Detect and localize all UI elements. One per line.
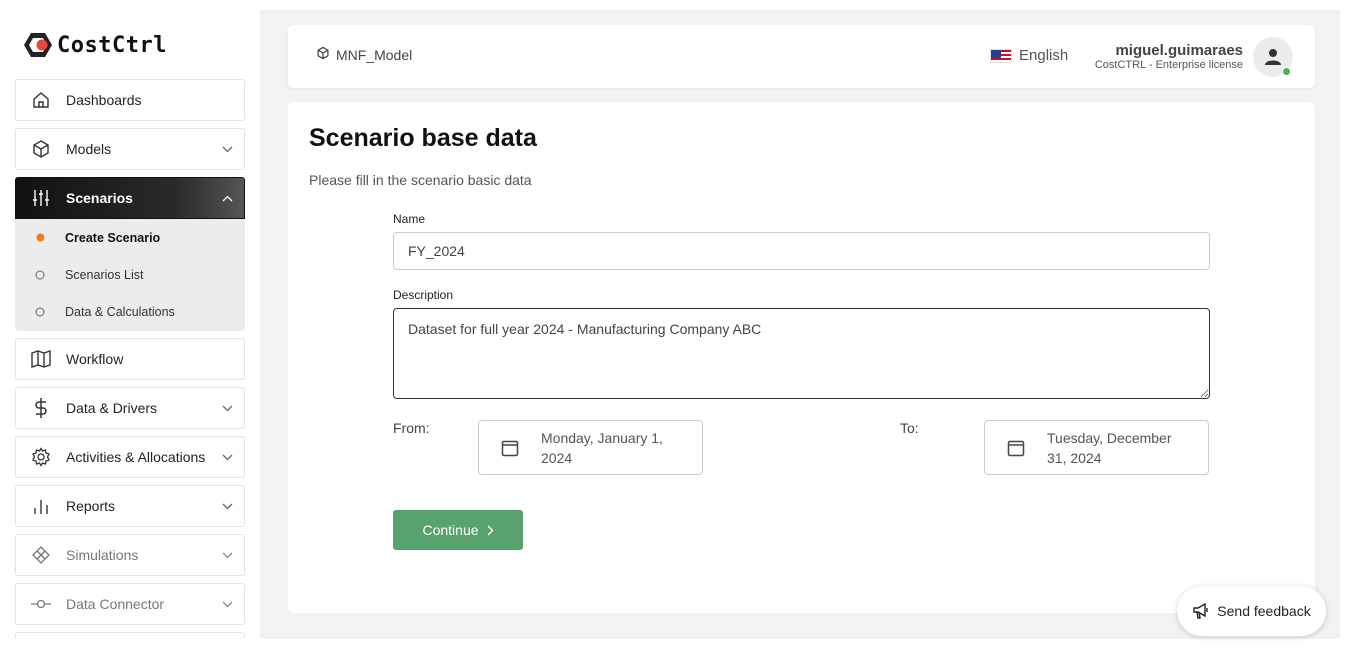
megaphone-icon [1192, 603, 1210, 619]
active-dot-icon [15, 233, 65, 242]
sidebar: CostCtrl Dashboards Models Scenarios Cre… [0, 10, 260, 639]
bar-chart-icon [16, 496, 66, 516]
chevron-down-icon [210, 503, 244, 510]
online-status-dot [1282, 67, 1291, 76]
page-title: Scenario base data [309, 124, 537, 152]
user-icon [1265, 49, 1281, 65]
submenu-item-scenarios-list[interactable]: Scenarios List [15, 256, 245, 293]
gear-icon [16, 447, 66, 467]
from-label: From: [393, 420, 430, 436]
send-feedback-label: Send feedback [1217, 603, 1311, 619]
chevron-down-icon [210, 601, 244, 608]
sidebar-item-label: Simulations [66, 547, 139, 563]
language-selector[interactable]: English [990, 47, 1068, 64]
brand-name: CostCtrl [57, 32, 167, 58]
sidebar-item-workflow[interactable]: Workflow [15, 338, 245, 380]
chevron-down-icon [210, 146, 244, 153]
connector-icon [16, 598, 66, 610]
us-flag-icon [990, 48, 1012, 63]
logo[interactable]: CostCtrl [23, 32, 167, 58]
dollar-icon [16, 397, 66, 419]
app-frame: CostCtrl Dashboards Models Scenarios Cre… [0, 10, 1340, 639]
sidebar-item-scenarios[interactable]: Scenarios [15, 177, 245, 219]
to-date-value: Tuesday, December 31, 2024 [1047, 428, 1197, 468]
chevron-down-icon [210, 454, 244, 461]
submenu-item-label: Create Scenario [65, 230, 161, 245]
map-icon [16, 349, 66, 369]
sidebar-item-more[interactable] [15, 632, 245, 639]
sidebar-item-data-connector[interactable]: Data Connector [15, 583, 245, 625]
top-bar: MNF_Model English miguel.guimaraes CostC… [288, 25, 1315, 88]
calendar-icon [985, 439, 1047, 457]
from-date-line1: Monday, January 1, [541, 429, 663, 446]
to-date-picker[interactable]: Tuesday, December 31, 2024 [984, 420, 1209, 475]
submenu-item-label: Data & Calculations [65, 304, 175, 319]
page-subtitle: Please fill in the scenario basic data [309, 172, 532, 188]
breadcrumb[interactable]: MNF_Model [316, 46, 412, 63]
sidebar-item-label: Workflow [66, 351, 124, 367]
sidebar-item-models[interactable]: Models [15, 128, 245, 170]
circle-icon [15, 270, 65, 280]
avatar[interactable] [1253, 37, 1293, 77]
chevron-down-icon [210, 405, 244, 412]
username: miguel.guimaraes [1115, 42, 1243, 59]
calendar-icon [479, 439, 541, 457]
language-label: English [1019, 47, 1069, 64]
circle-icon [15, 307, 65, 317]
sidebar-item-label: Data & Drivers [66, 400, 158, 416]
to-label: To: [900, 420, 919, 436]
sidebar-item-data-drivers[interactable]: Data & Drivers [15, 387, 245, 429]
sidebar-item-activities-allocations[interactable]: Activities & Allocations [15, 436, 245, 478]
submenu-item-label: Scenarios List [65, 267, 144, 282]
sidebar-item-dashboards[interactable]: Dashboards [15, 79, 245, 121]
layers-icon [16, 545, 66, 565]
user-info[interactable]: miguel.guimaraes CostCTRL - Enterprise l… [1095, 42, 1243, 71]
to-date-line2: 31, 2024 [1047, 449, 1102, 466]
chevron-up-icon [210, 195, 244, 202]
submenu-item-create-scenario[interactable]: Create Scenario [15, 219, 245, 256]
chevron-right-icon [487, 525, 494, 536]
scenarios-submenu: Create Scenario Scenarios List Data & Ca… [15, 219, 245, 331]
sidebar-item-label: Data Connector [66, 596, 165, 612]
name-label: Name [393, 212, 426, 226]
sidebar-item-label: Scenarios [66, 190, 133, 206]
sidebar-item-simulations[interactable]: Simulations [15, 534, 245, 576]
cube-icon [16, 139, 66, 159]
send-feedback-button[interactable]: Send feedback [1177, 586, 1326, 636]
continue-button[interactable]: Continue [393, 510, 523, 550]
from-date-line2: 2024 [541, 449, 573, 466]
breadcrumb-model: MNF_Model [336, 46, 413, 63]
from-date-value: Monday, January 1, 2024 [541, 428, 691, 468]
description-field[interactable]: Dataset for full year 2024 - Manufacturi… [393, 308, 1210, 399]
scenario-form-card: Scenario base data Please fill in the sc… [288, 102, 1315, 613]
home-icon [16, 90, 66, 110]
description-label: Description [393, 288, 454, 302]
to-date-line1: Tuesday, December [1047, 429, 1172, 446]
sidebar-item-label: Dashboards [66, 92, 142, 108]
sidebar-item-label: Models [66, 141, 112, 157]
chevron-down-icon [210, 552, 244, 559]
submenu-item-data-calculations[interactable]: Data & Calculations [15, 293, 245, 330]
cube-icon [316, 46, 330, 63]
logo-icon [23, 32, 53, 58]
sidebar-item-reports[interactable]: Reports [15, 485, 245, 527]
license-label: CostCTRL - Enterprise license [1094, 59, 1243, 71]
name-field[interactable] [393, 232, 1210, 270]
continue-label: Continue [422, 522, 479, 538]
sliders-icon [16, 188, 66, 208]
sidebar-item-label: Reports [66, 498, 116, 514]
from-date-picker[interactable]: Monday, January 1, 2024 [478, 420, 703, 475]
sidebar-item-label: Activities & Allocations [66, 449, 206, 465]
